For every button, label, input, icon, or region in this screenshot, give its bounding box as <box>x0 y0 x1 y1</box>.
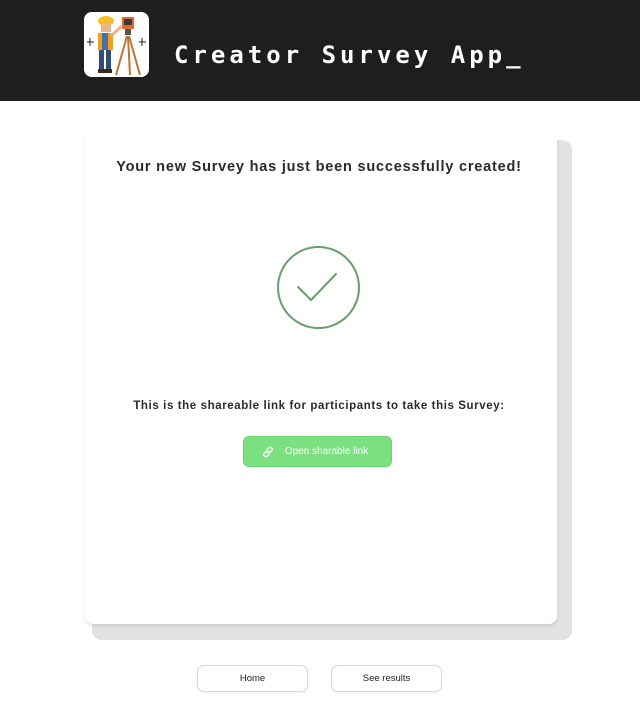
success-card: Your new Survey has just been successful… <box>85 134 557 624</box>
check-circle-icon <box>276 245 361 330</box>
link-icon <box>261 445 275 459</box>
app-header: Creator Survey App_ <box>0 0 640 101</box>
surveyor-logo-icon <box>84 12 149 77</box>
share-description: This is the shareable link for participa… <box>133 400 505 412</box>
open-sharable-link-button[interactable]: Open sharable link <box>243 436 392 467</box>
app-title: Creator Survey App_ <box>174 41 525 69</box>
share-button-label: Open sharable link <box>284 446 369 457</box>
home-button[interactable]: Home <box>197 665 308 692</box>
success-message: Your new Survey has just been successful… <box>116 159 522 175</box>
see-results-button[interactable]: See results <box>331 665 442 692</box>
